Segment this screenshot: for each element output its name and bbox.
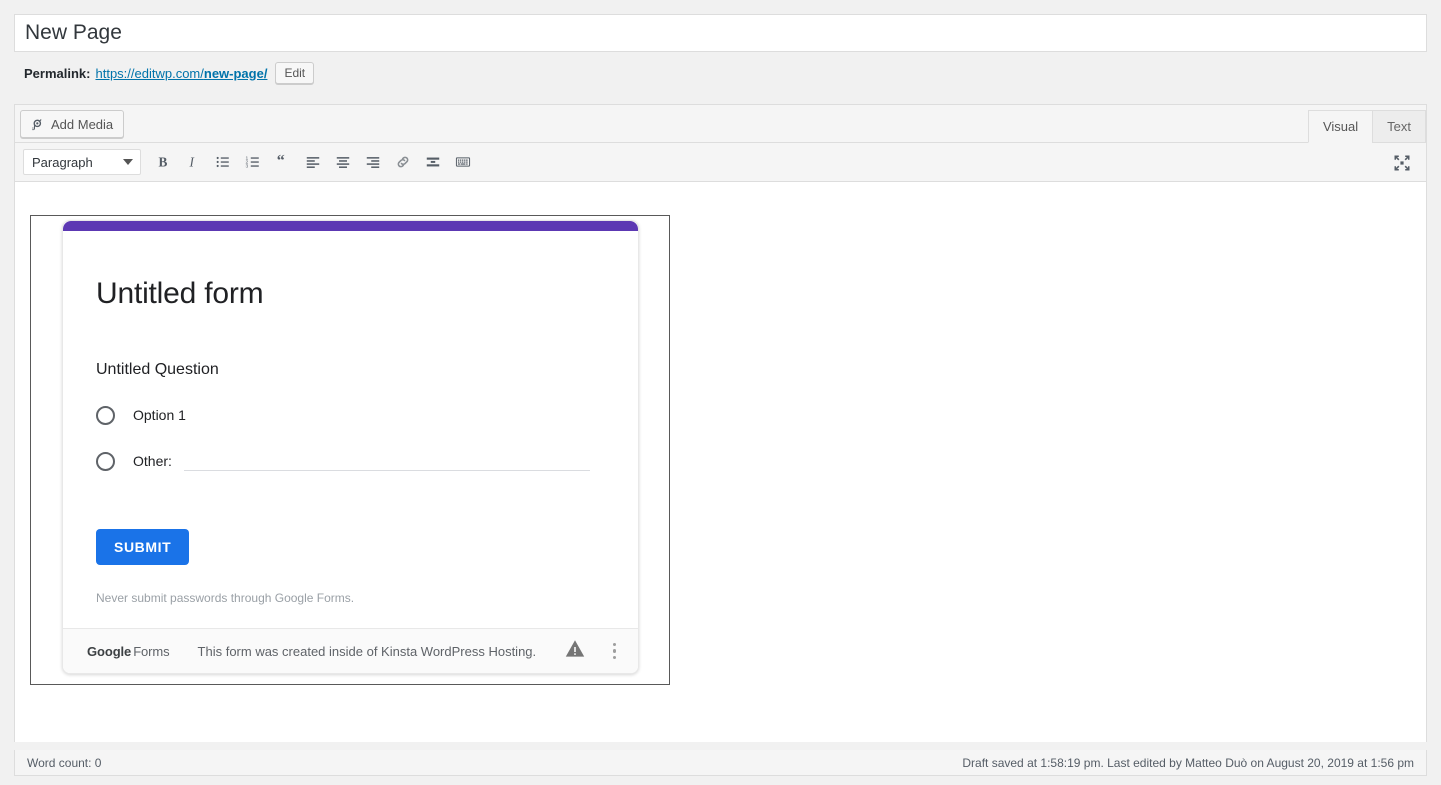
paragraph-format-select[interactable]: Paragraph <box>23 149 141 175</box>
keyboard-shortcuts-icon[interactable] <box>449 148 477 176</box>
google-form-card: Untitled form Untitled Question Option 1… <box>62 220 639 674</box>
google-form-embed-wrapper: Untitled form Untitled Question Option 1… <box>30 215 670 685</box>
align-right-icon[interactable] <box>359 148 387 176</box>
align-center-icon[interactable] <box>329 148 357 176</box>
tab-text[interactable]: Text <box>1372 110 1426 143</box>
editor-toolbar: Paragraph B I 1 2 <box>15 143 1426 182</box>
google-form-title: Untitled form <box>96 275 605 313</box>
editor-status-bar: Word count: 0 Draft saved at 1:58:19 pm.… <box>14 750 1427 776</box>
google-form-footer: GoogleForms This form was created inside… <box>63 628 638 673</box>
google-forms-logo: GoogleForms <box>87 644 170 659</box>
post-title-input[interactable] <box>15 15 1426 51</box>
google-form-footer-actions <box>565 639 619 663</box>
editor-media-bar: Add Media Visual Text <box>15 105 1426 143</box>
permalink-row: Permalink: https://editwp.com/new-page/ … <box>24 62 314 84</box>
google-form-created-note: This form was created inside of Kinsta W… <box>198 644 537 659</box>
svg-text:3: 3 <box>245 164 248 170</box>
svg-text:“: “ <box>277 153 285 170</box>
svg-text:I: I <box>188 154 194 169</box>
post-title-field[interactable] <box>14 14 1427 52</box>
option-other-label: Other: <box>133 451 172 471</box>
kebab-menu-icon[interactable] <box>611 641 619 662</box>
add-media-button[interactable]: Add Media <box>20 110 124 138</box>
google-form-question: Untitled Question <box>96 359 605 381</box>
paragraph-format-select-wrap: Paragraph <box>23 149 141 175</box>
align-left-icon[interactable] <box>299 148 327 176</box>
radio-button-other[interactable] <box>96 452 115 471</box>
google-form-body: Untitled form Untitled Question Option 1… <box>63 231 638 606</box>
permalink-url-prefix: https://editwp.com/ <box>95 66 203 81</box>
google-forms-logo-google: Google <box>87 644 131 659</box>
editor-mode-tabs: Visual Text <box>1309 111 1426 143</box>
password-disclaimer: Never submit passwords through Google Fo… <box>96 590 605 606</box>
svg-text:B: B <box>159 154 168 169</box>
blockquote-icon[interactable]: “ <box>269 148 297 176</box>
add-media-icon <box>29 116 45 132</box>
link-icon[interactable] <box>389 148 417 176</box>
editor-content-area[interactable]: Untitled form Untitled Question Option 1… <box>15 182 1426 742</box>
other-text-input[interactable] <box>184 452 590 471</box>
google-form-accent-bar <box>63 221 638 231</box>
google-form-option-other-row[interactable]: Other: <box>96 449 605 473</box>
report-abuse-warning-icon[interactable] <box>565 639 585 663</box>
bold-icon[interactable]: B <box>149 148 177 176</box>
word-count: Word count: 0 <box>27 756 101 770</box>
google-forms-logo-forms: Forms <box>133 644 169 659</box>
draft-saved-message: Draft saved at 1:58:19 pm. Last edited b… <box>962 756 1414 770</box>
distraction-free-icon[interactable] <box>1388 149 1416 177</box>
wordpress-classic-editor: Permalink: https://editwp.com/new-page/ … <box>0 0 1441 785</box>
italic-icon[interactable]: I <box>179 148 207 176</box>
edit-permalink-button[interactable]: Edit <box>275 62 314 84</box>
add-media-label: Add Media <box>51 117 113 132</box>
radio-button-option-1[interactable] <box>96 406 115 425</box>
permalink-slug: new-page/ <box>204 66 268 81</box>
bulleted-list-icon[interactable] <box>209 148 237 176</box>
permalink-url[interactable]: https://editwp.com/new-page/ <box>95 66 267 81</box>
submit-button[interactable]: SUBMIT <box>96 529 189 565</box>
numbered-list-icon[interactable]: 1 2 3 <box>239 148 267 176</box>
tab-visual[interactable]: Visual <box>1308 110 1373 143</box>
google-form-option-row[interactable]: Option 1 <box>96 403 605 427</box>
read-more-icon[interactable] <box>419 148 447 176</box>
permalink-label: Permalink: <box>24 66 90 81</box>
editor-container: Add Media Visual Text Paragraph B I <box>14 104 1427 742</box>
option-label: Option 1 <box>133 405 186 425</box>
